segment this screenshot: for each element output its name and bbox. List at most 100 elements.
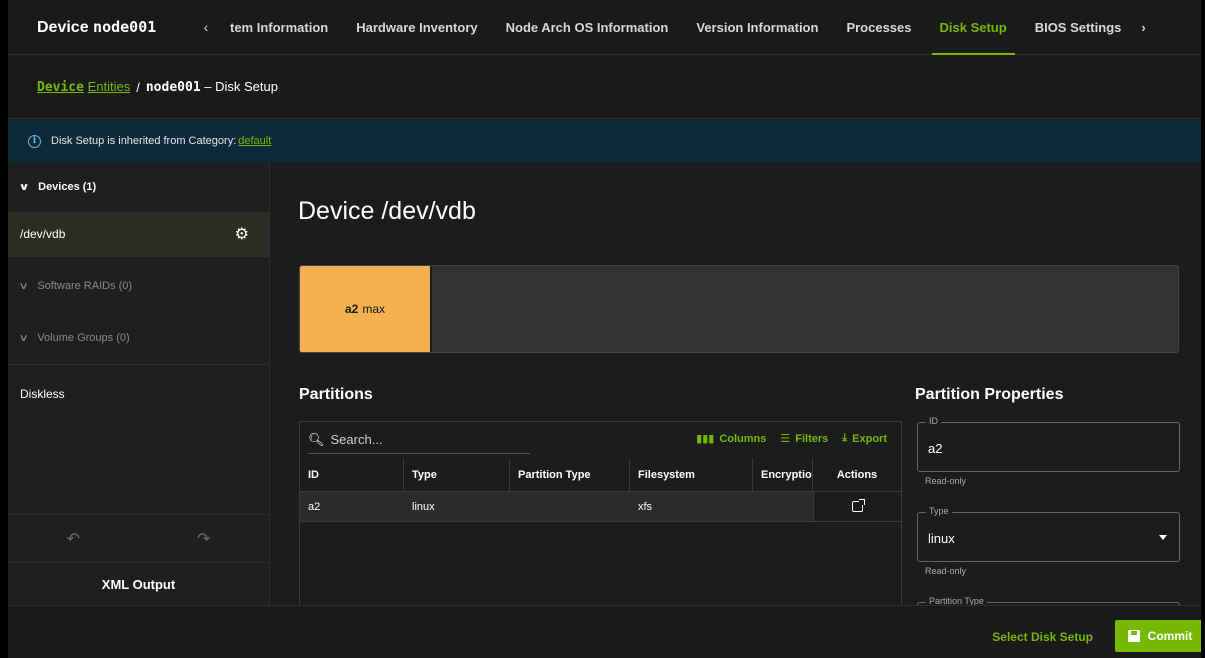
tab-bios-settings[interactable]: BIOS Settings (1021, 0, 1136, 55)
external-link-icon (852, 499, 865, 512)
table-header: ID Type Partition Type Filesystem Encryp… (300, 458, 901, 492)
columns-icon: ▮▮▮ (696, 433, 715, 445)
disk-layout-bar: a2 max (299, 265, 1179, 353)
chevron-down-icon: ∨ (18, 332, 29, 344)
cell-type: linux (412, 500, 435, 513)
type-field-label: Type (926, 506, 952, 516)
banner-text: Disk Setup is inherited from Category: (51, 135, 237, 147)
columns-button[interactable]: ▮▮▮ Columns (696, 432, 767, 446)
breadcrumb-separator: / (136, 79, 140, 95)
tab-processes[interactable]: Processes (832, 0, 925, 55)
redo-icon[interactable]: ↷ (197, 529, 210, 549)
open-partition-button[interactable] (813, 492, 901, 521)
sidebar-item-diskless[interactable]: Diskless (8, 374, 269, 414)
filters-button[interactable]: ☰ Filters (780, 432, 829, 446)
tab-disk-setup[interactable]: Disk Setup (926, 0, 1021, 55)
sidebar-divider (8, 256, 269, 257)
search-placeholder: Search... (330, 432, 383, 447)
devices-section-toggle[interactable]: ∨ Devices (1) (8, 162, 269, 212)
column-header-encryption[interactable]: Encryption (753, 458, 813, 491)
software-raids-label: Software RAIDs (0) (37, 280, 133, 292)
type-helper-text: Read-only (925, 566, 967, 576)
category-default-link[interactable]: default (238, 135, 271, 147)
device-title-name: node001 (93, 17, 157, 36)
type-field-value: linux (928, 531, 955, 546)
main-content: Device /dev/vdb a2 max Partitions Partit… (270, 162, 1201, 605)
undo-icon[interactable]: ↶ (67, 529, 80, 549)
partitions-table: 🔍︎ Search... ▮▮▮ Columns ☰ Filters ⤓ Export… (299, 421, 902, 605)
id-field[interactable]: ID a2 (917, 416, 1180, 472)
id-field-value: a2 (928, 441, 943, 456)
app-window: Device node001 ‹ tem Information Hardwar… (8, 0, 1201, 658)
cell-filesystem: xfs (638, 500, 653, 513)
search-icon: 🔍︎ (308, 431, 325, 447)
column-header-filesystem[interactable]: Filesystem (630, 458, 753, 491)
breadcrumb-current-node: node001 (145, 80, 201, 95)
tab-scroll-left-button[interactable]: ‹ (196, 19, 216, 35)
device-title-prefix: Device (37, 18, 94, 36)
save-icon (1127, 630, 1140, 642)
breadcrumb-current: node001 – Disk Setup (146, 79, 278, 95)
xml-output-button[interactable]: XML Output (8, 562, 269, 605)
breadcrumb-link-rest: Entities (87, 79, 131, 94)
breadcrumb-device-entities-link[interactable]: Device Entities (37, 79, 130, 95)
top-tab-bar: Device node001 ‹ tem Information Hardwar… (8, 0, 1201, 55)
table-row[interactable]: a2 linux xfs (300, 492, 901, 522)
sidebar-item-label: /dev/vdb (20, 227, 66, 241)
volume-groups-section-toggle[interactable]: ∨ Volume Groups (0) (8, 314, 269, 362)
select-disk-setup-button[interactable]: Select Disk Setup (992, 630, 1093, 644)
undo-redo-row: ↶ ↷ (8, 514, 269, 562)
cell-id: a2 (308, 500, 321, 513)
dropdown-caret-icon (1159, 535, 1167, 540)
cell-encryption (753, 492, 813, 521)
software-raids-section-toggle[interactable]: ∨ Software RAIDs (0) (8, 262, 269, 310)
device-title: Device node001 (8, 18, 196, 37)
export-label: Export (852, 432, 887, 445)
column-header-id[interactable]: ID (300, 458, 404, 491)
table-tools: ▮▮▮ Columns ☰ Filters ⤓ Export (696, 432, 887, 445)
sidebar: ∨ Devices (1) /dev/vdb ⚙ ∨ Software RAID… (8, 162, 270, 605)
type-select[interactable]: Type linux (917, 506, 1180, 562)
breadcrumb-current-rest: – Disk Setup (200, 79, 278, 94)
column-header-type[interactable]: Type (404, 458, 510, 491)
cell-partition-type (510, 492, 630, 521)
partition-block-name: a2 (344, 302, 359, 316)
chevron-down-icon: ∨ (18, 280, 29, 292)
commit-label: Commit (1147, 629, 1193, 643)
id-field-label: ID (926, 416, 941, 426)
footer-bar: Select Disk Setup Commit (8, 605, 1201, 658)
search-input[interactable]: 🔍︎ Search... (308, 426, 530, 454)
gear-icon[interactable]: ⚙ (235, 224, 249, 244)
chevron-down-icon: ∨ (18, 181, 30, 193)
column-header-actions: Actions (836, 468, 878, 481)
sidebar-item-dev-vdb[interactable]: /dev/vdb ⚙ (8, 212, 269, 256)
partition-block-a2[interactable]: a2 max (300, 266, 432, 352)
breadcrumb-link-bold: Device (37, 80, 84, 95)
partition-block-size: max (362, 302, 386, 316)
id-helper-text: Read-only (925, 476, 967, 486)
page-title: Device /dev/vdb (298, 197, 476, 225)
commit-button[interactable]: Commit (1115, 620, 1201, 652)
export-button[interactable]: ⤓ Export (842, 432, 887, 445)
sidebar-divider (8, 364, 269, 365)
tab-node-arch-os-information[interactable]: Node Arch OS Information (492, 0, 683, 55)
devices-section-label: Devices (1) (38, 181, 97, 193)
columns-label: Columns (719, 432, 767, 445)
volume-groups-label: Volume Groups (0) (37, 332, 130, 344)
tab-list: tem Information Hardware Inventory Node … (216, 0, 1135, 55)
table-toolbar: 🔍︎ Search... ▮▮▮ Columns ☰ Filters ⤓ Export (300, 422, 901, 458)
tab-scroll-right-button[interactable]: › (1135, 20, 1145, 35)
breadcrumb: Device Entities / node001 – Disk Setup (8, 56, 1201, 119)
inheritance-banner: i Disk Setup is inherited from Category:… (8, 120, 1201, 162)
export-icon: ⤓ (842, 432, 848, 444)
tab-hardware-inventory[interactable]: Hardware Inventory (342, 0, 491, 55)
filter-icon: ☰ (780, 433, 791, 445)
partition-properties-heading: Partition Properties (915, 386, 1064, 403)
partitions-heading: Partitions (299, 386, 373, 403)
column-header-partition-type[interactable]: Partition Type (510, 458, 630, 491)
tab-system-information[interactable]: tem Information (216, 0, 342, 55)
tab-version-information[interactable]: Version Information (682, 0, 832, 55)
info-icon: i (28, 134, 41, 148)
filters-label: Filters (795, 432, 829, 445)
partition-type-field-label: Partition Type (926, 596, 987, 605)
